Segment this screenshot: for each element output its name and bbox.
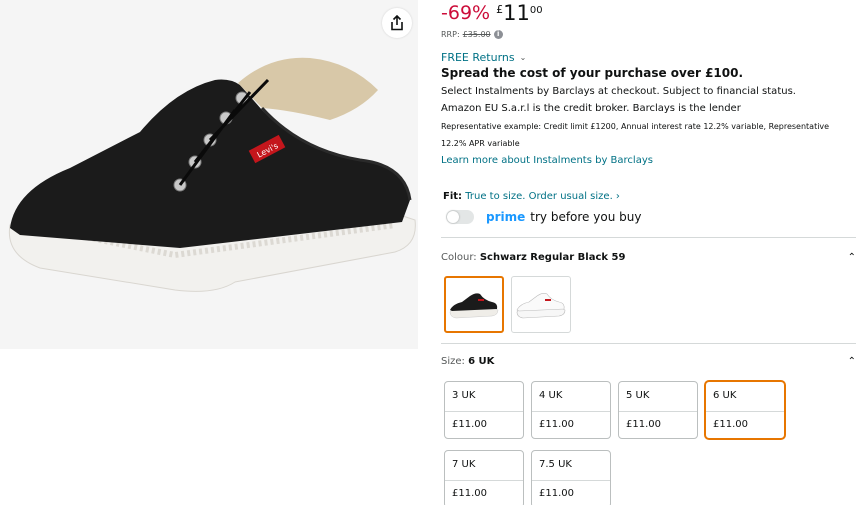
learn-more-link[interactable]: Learn more about Instalments by Barclays — [441, 155, 653, 166]
black-shoe-thumbnail — [449, 292, 499, 318]
prime-logo: prime — [486, 210, 526, 224]
size-option-4-uk[interactable]: 4 UK £11.00 — [531, 381, 611, 439]
size-option-label: 7.5 UK — [539, 459, 572, 470]
colour-header[interactable]: Colour: Schwarz Regular Black 59 ⌃ — [441, 252, 856, 263]
size-option-3-uk[interactable]: 3 UK £11.00 — [444, 381, 524, 439]
toggle-knob — [447, 211, 459, 223]
size-option-label: 7 UK — [452, 459, 476, 470]
size-option-label: 6 UK — [713, 390, 737, 401]
fit-link[interactable]: True to size. Order usual size. › — [465, 191, 620, 202]
size-option-divider — [532, 480, 610, 481]
size-option-divider — [706, 411, 784, 412]
colour-swatch-black[interactable] — [444, 276, 504, 333]
chevron-up-icon[interactable]: ⌃ — [848, 356, 856, 367]
fit-label: Fit: — [443, 191, 463, 202]
size-option-price: £11.00 — [539, 419, 574, 430]
prime-try-before-buy: prime try before you buy — [446, 208, 641, 226]
size-option-divider — [619, 411, 697, 412]
size-value: 6 UK — [468, 356, 495, 367]
size-option-6-uk[interactable]: 6 UK £11.00 — [705, 381, 785, 439]
divider — [441, 237, 856, 238]
size-header[interactable]: Size: 6 UK ⌃ — [441, 356, 856, 367]
price-whole: 11 — [503, 1, 530, 25]
prime-toggle[interactable] — [446, 210, 474, 224]
product-image-panel[interactable]: Levi's — [0, 0, 418, 349]
size-option-price: £11.00 — [539, 488, 574, 499]
instalments-headline: Spread the cost of your purchase over £1… — [441, 66, 744, 80]
colour-label: Colour: — [441, 252, 477, 263]
representative-example-line2: 12.2% APR variable — [441, 139, 520, 148]
white-shoe-thumbnail — [516, 292, 566, 318]
info-icon[interactable]: i — [493, 30, 503, 39]
price-currency: £ — [496, 3, 504, 16]
size-option-5-uk[interactable]: 5 UK £11.00 — [618, 381, 698, 439]
size-option-price: £11.00 — [452, 488, 487, 499]
price-fraction: 00 — [529, 5, 543, 16]
share-button[interactable] — [382, 8, 412, 38]
share-icon — [391, 15, 403, 31]
size-option-label: 4 UK — [539, 390, 563, 401]
discount-badge: -69% — [441, 2, 491, 24]
instalments-line1: Select Instalments by Barclays at checko… — [441, 86, 796, 97]
size-option-price: £11.00 — [713, 419, 748, 430]
prime-text: try before you buy — [530, 210, 642, 224]
chevron-up-icon[interactable]: ⌃ — [848, 252, 856, 263]
price-block: -69% £ 11 00 — [441, 0, 543, 26]
size-option-label: 3 UK — [452, 390, 476, 401]
size-option-7-uk[interactable]: 7 UK £11.00 — [444, 450, 524, 505]
rrp-value: £35.00 — [462, 30, 491, 39]
free-returns-label[interactable]: FREE Returns — [441, 51, 515, 64]
fit-info: Fit: True to size. Order usual size. › — [443, 191, 620, 202]
colour-value: Schwarz Regular Black 59 — [479, 252, 626, 263]
size-option-price: £11.00 — [626, 419, 661, 430]
rrp-label: RRP: — [441, 30, 460, 39]
size-option-divider — [532, 411, 610, 412]
divider — [441, 343, 856, 344]
size-option-divider — [445, 411, 523, 412]
size-label: Size: — [441, 356, 465, 367]
size-option-divider — [445, 480, 523, 481]
colour-swatch-white[interactable] — [511, 276, 571, 333]
instalments-line2: Amazon EU S.a.r.l is the credit broker. … — [441, 103, 741, 114]
size-option-7-5-uk[interactable]: 7.5 UK £11.00 — [531, 450, 611, 505]
size-option-price: £11.00 — [452, 419, 487, 430]
chevron-down-icon[interactable]: ⌄ — [520, 53, 527, 62]
free-returns-link[interactable]: FREE Returns ⌄ — [441, 51, 526, 64]
product-image[interactable]: Levi's — [0, 50, 418, 300]
rrp-line: RRP: £35.00 i — [441, 30, 503, 39]
representative-example-line1: Representative example: Credit limit £12… — [441, 122, 830, 131]
size-option-label: 5 UK — [626, 390, 650, 401]
